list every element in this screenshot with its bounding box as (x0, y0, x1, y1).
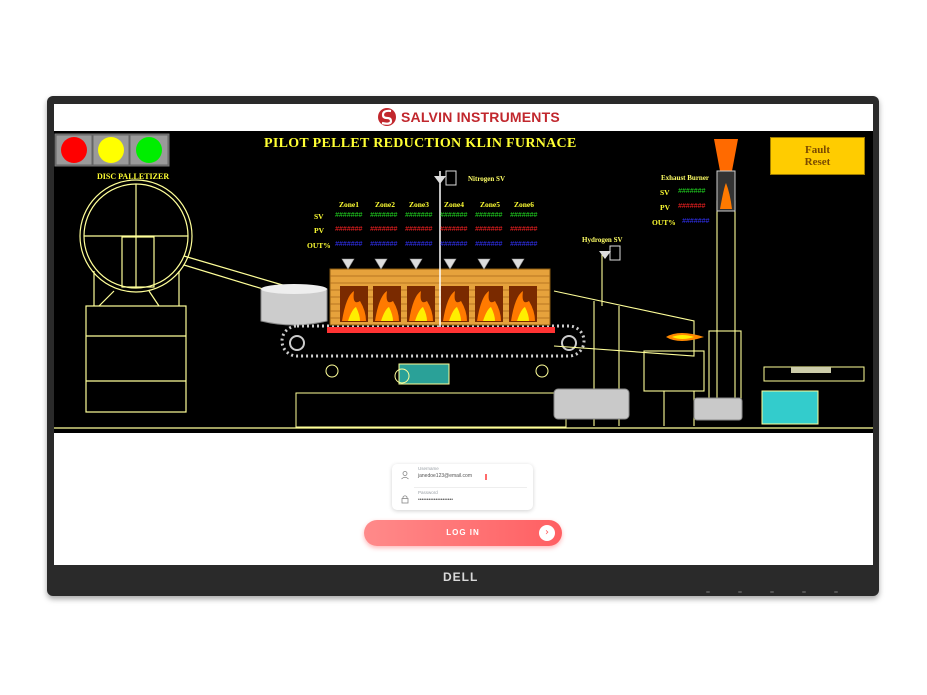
zone1-out-value: ####### (335, 241, 363, 249)
zone4-out-value: ####### (440, 241, 468, 249)
burner-pv-label: PV (660, 203, 670, 212)
login-button-label: LOG IN (446, 528, 480, 537)
zone4-pv-value: ####### (440, 226, 468, 234)
burner-out-value: ####### (682, 218, 710, 226)
zone3-sv-value: ####### (405, 212, 433, 220)
zone-header: Zone6 (514, 200, 535, 209)
salvin-emblem-icon (378, 108, 396, 126)
password-caption: Password (418, 490, 438, 495)
zone5-out-value: ####### (475, 241, 503, 249)
password-value: •••••••••••••••••••• (418, 497, 454, 503)
zone-header: Zone5 (480, 200, 501, 209)
username-caption: Username (418, 466, 439, 471)
user-icon (401, 471, 409, 480)
zone1-pv-value: ####### (335, 226, 363, 234)
exhaust-burner-label: Exhaust Burner (661, 174, 710, 182)
out-row-label: OUT% (307, 241, 331, 250)
zone-header: Zone2 (375, 200, 396, 209)
monitor-brand-logo: DELL (443, 570, 479, 584)
burner-sv-value: ####### (678, 188, 706, 196)
yellow-indicator-light (98, 137, 124, 163)
pv-row-label: PV (314, 226, 324, 235)
zone2-sv-value: ####### (370, 212, 398, 220)
zone3-pv-value: ####### (405, 226, 433, 234)
green-indicator-light (136, 137, 162, 163)
red-indicator-light (61, 137, 87, 163)
company-logo: SALVIN INSTRUMENTS (377, 106, 560, 128)
zone2-pv-value: ####### (370, 226, 398, 234)
zone4-sv-value: ####### (440, 212, 468, 220)
zone5-pv-value: ####### (475, 226, 503, 234)
burner-out-label: OUT% (652, 218, 676, 227)
hmi-title: PILOT PELLET REDUCTION KLIN FURNACE (264, 136, 577, 151)
zone5-sv-value: ####### (475, 212, 503, 220)
login-section: Username janedoe123@email.com Password •… (54, 433, 873, 565)
username-value: janedoe123@email.com (418, 473, 472, 479)
chevron-right-icon: › (539, 525, 555, 541)
hmi-panel: PILOT PELLET REDUCTION KLIN FURNACE Faul… (54, 131, 873, 433)
furnace-diagram (54, 133, 873, 429)
disc-palletizer (79, 179, 287, 413)
text-caret (485, 474, 487, 480)
zone1-sv-value: ####### (335, 212, 363, 220)
screen: SALVIN INSTRUMENTS PILOT PELLET REDUCTIO… (54, 104, 873, 565)
burner-pv-value: ####### (678, 203, 706, 211)
zone6-pv-value: ####### (510, 226, 538, 234)
disc-palletizer-label: DISC PALLETIZER (97, 172, 170, 181)
username-field[interactable]: Username janedoe123@email.com (392, 464, 533, 487)
zone-header: Zone4 (444, 200, 465, 209)
lock-icon (401, 495, 409, 504)
fault-reset-button[interactable]: Fault Reset (770, 137, 865, 175)
zone-header: Zone3 (409, 200, 430, 209)
sv-row-label: SV (314, 212, 324, 221)
password-field[interactable]: Password •••••••••••••••••••• (392, 488, 533, 511)
logo-bar: SALVIN INSTRUMENTS (54, 104, 873, 131)
fault-reset-label: Fault Reset (804, 144, 831, 168)
hydrogen-sv-label: Hydrogen SV (582, 236, 623, 244)
company-name: SALVIN INSTRUMENTS (401, 109, 560, 125)
zone-header: Zone1 (339, 200, 360, 209)
zone2-out-value: ####### (370, 241, 398, 249)
nitrogen-sv-label: Nitrogen SV (468, 175, 506, 183)
monitor-buttons (706, 591, 846, 594)
login-button[interactable]: LOG IN › (364, 520, 562, 546)
zone6-sv-value: ####### (510, 212, 538, 220)
burner-sv-label: SV (660, 188, 670, 197)
login-card: Username janedoe123@email.com Password •… (392, 464, 533, 510)
zone3-out-value: ####### (405, 241, 433, 249)
zone6-out-value: ####### (510, 241, 538, 249)
